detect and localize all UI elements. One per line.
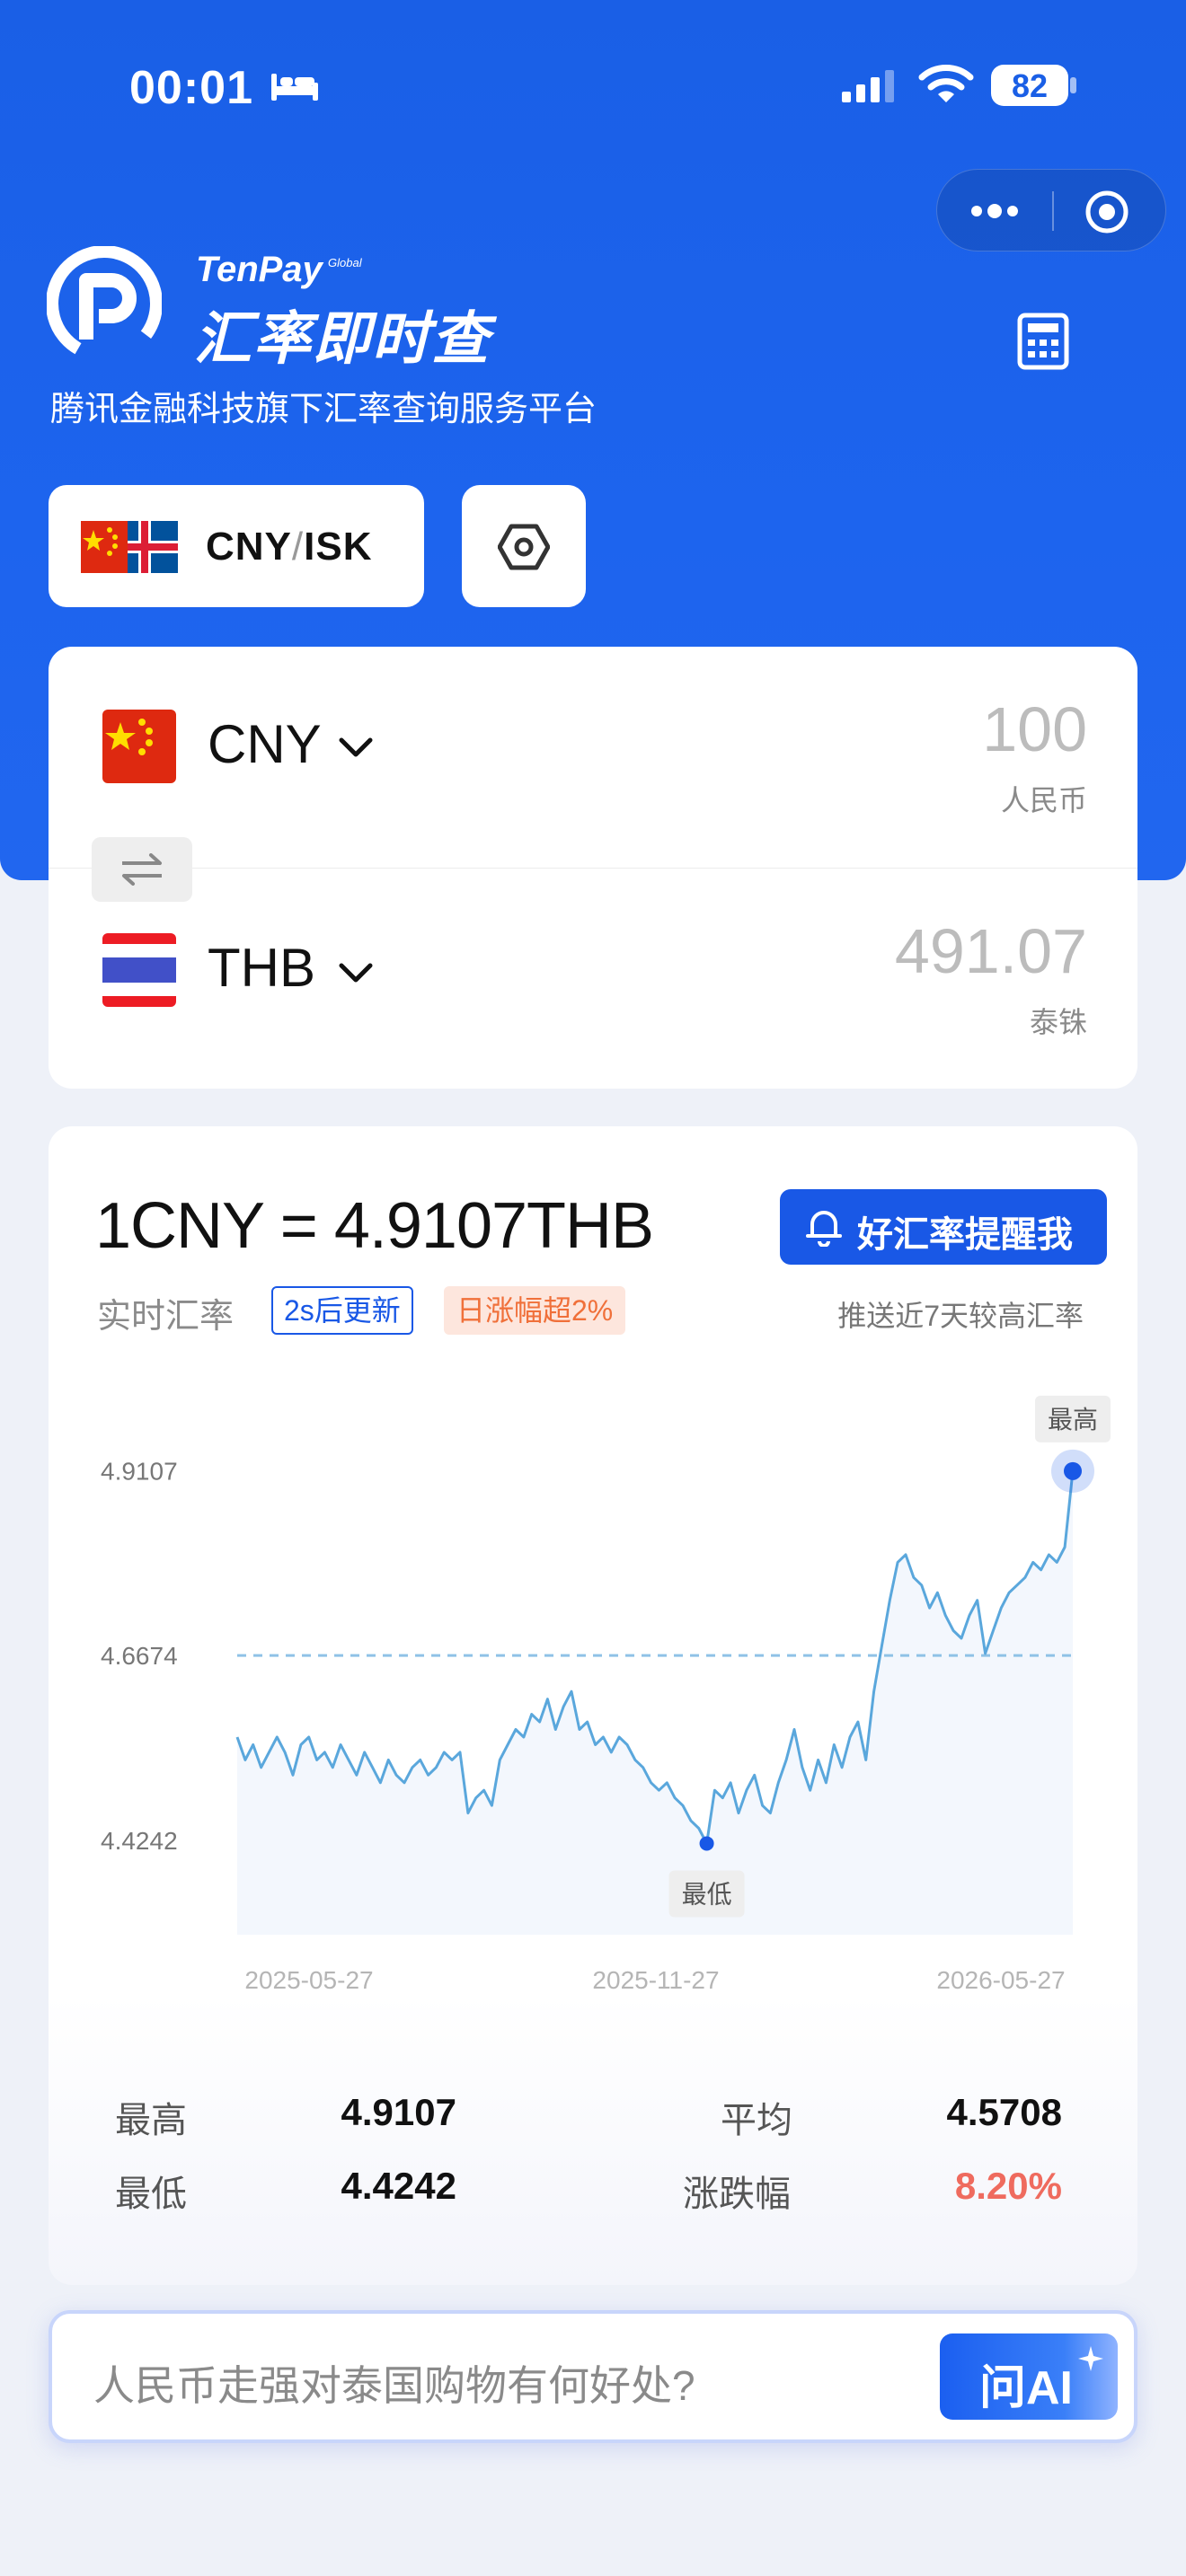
from-currency-code[interactable]: CNY [208,713,322,775]
to-currency-row[interactable]: THB 491.07 泰铢 [49,868,1137,1089]
signal-icon [842,70,894,102]
hexagon-settings-icon [498,524,550,570]
brand-tenpay: TenPay [196,250,323,289]
stat-change-value: 8.20% [954,2165,1062,2207]
daily-change-badge: 日涨幅超2% [444,1286,626,1335]
stat-low-label: 最低 [115,2175,187,2214]
mini-program-capsule [936,169,1166,251]
min-label: 最低 [682,1880,732,1908]
bed-icon [271,74,318,101]
stat-high-value: 4.9107 [341,2091,456,2133]
tenpay-logo-icon [47,246,162,361]
more-icon[interactable] [968,197,1022,225]
swap-currencies-button[interactable] [92,837,192,902]
currency-pair-label: CNY/ISK [206,525,373,569]
chart-area [237,1470,1073,1935]
brand-title: 汇率即时查 [194,306,491,371]
ask-ai-input[interactable]: 人民币走强对泰国购物有何好处? [93,2353,695,2413]
y-tick-label: 4.9107 [101,1457,178,1485]
push-note: 推送近7天较高汇率 [837,1300,1084,1332]
stat-change-label: 涨跌幅 [683,2175,791,2214]
to-amount-output[interactable]: 491.07 [895,915,1087,987]
ask-ai-label: 问AI [979,2362,1074,2414]
calculator-icon[interactable] [1017,313,1069,370]
rate-history-chart: 4.9107 4.6674 4.4242 2025-05-27 2025-11-27 20… [101,1395,1111,1994]
battery-indicator: 82 [991,65,1077,106]
from-currency-row[interactable]: CNY 100 人民币 [49,647,1137,868]
brand-subtitle: 腾讯金融科技旗下汇率查询服务平台 [50,391,597,428]
max-marker [1064,1461,1082,1480]
y-tick-label: 4.6674 [101,1642,178,1670]
ask-ai-bar: 人民币走强对泰国购物有何好处? 问AI [49,2310,1137,2443]
max-label: 最高 [1048,1406,1098,1434]
sparkle-icon [1078,2346,1103,2371]
rate-alert-button[interactable]: 好汇率提醒我 [780,1189,1107,1265]
x-tick-label: 2025-11-27 [592,1966,719,1994]
battery-level: 82 [1011,67,1049,104]
x-tick-label: 2025-05-27 [244,1966,373,1994]
thb-flag-icon [102,933,176,1007]
from-amount-input[interactable]: 100 [982,693,1087,765]
min-marker [699,1836,714,1851]
from-currency-name: 人民币 [1000,784,1087,816]
cny-flag-icon [102,710,176,783]
cny-isk-flags-icon [81,521,178,573]
stat-avg-value: 4.5708 [946,2091,1062,2133]
stat-low-value: 4.4242 [341,2165,456,2207]
currency-pair-button[interactable]: CNY/ISK [49,485,424,607]
to-currency-code[interactable]: THB [208,937,315,999]
settings-button[interactable] [462,485,586,607]
wifi-icon [918,65,974,102]
brand-global: Global [328,256,362,269]
update-countdown-badge: 2s后更新 [271,1286,413,1335]
target-icon[interactable] [1084,190,1129,234]
to-currency-name: 泰铢 [1029,1006,1087,1038]
converter-card: CNY 100 人民币 THB 491.07 泰铢 [49,647,1137,1089]
x-tick-label: 2026-05-27 [936,1966,1065,1994]
rate-headline: 1CNY = 4.9107THB [95,1190,654,1262]
chevron-down-icon[interactable] [338,962,374,985]
chevron-down-icon[interactable] [338,737,374,760]
stat-avg-label: 平均 [721,2101,792,2140]
rate-card: 1CNY = 4.9107THB 好汇率提醒我 实时汇率 2s后更新 日涨幅超2… [49,1126,1137,2285]
swap-icon [122,853,162,886]
y-tick-label: 4.4242 [101,1827,178,1855]
rate-alert-label: 好汇率提醒我 [857,1215,1073,1255]
bell-icon [806,1211,842,1247]
rate-stats: 最高 4.9107 平均 4.5708 最低 4.4242 涨跌幅 8.20% [49,2075,1137,2236]
status-bar: 00:01 82 [0,54,1186,117]
live-rate-label: 实时汇率 [97,1298,235,1336]
ask-ai-button[interactable]: 问AI [940,2333,1118,2420]
stat-high-label: 最高 [115,2101,187,2140]
status-time: 00:01 [129,62,253,114]
